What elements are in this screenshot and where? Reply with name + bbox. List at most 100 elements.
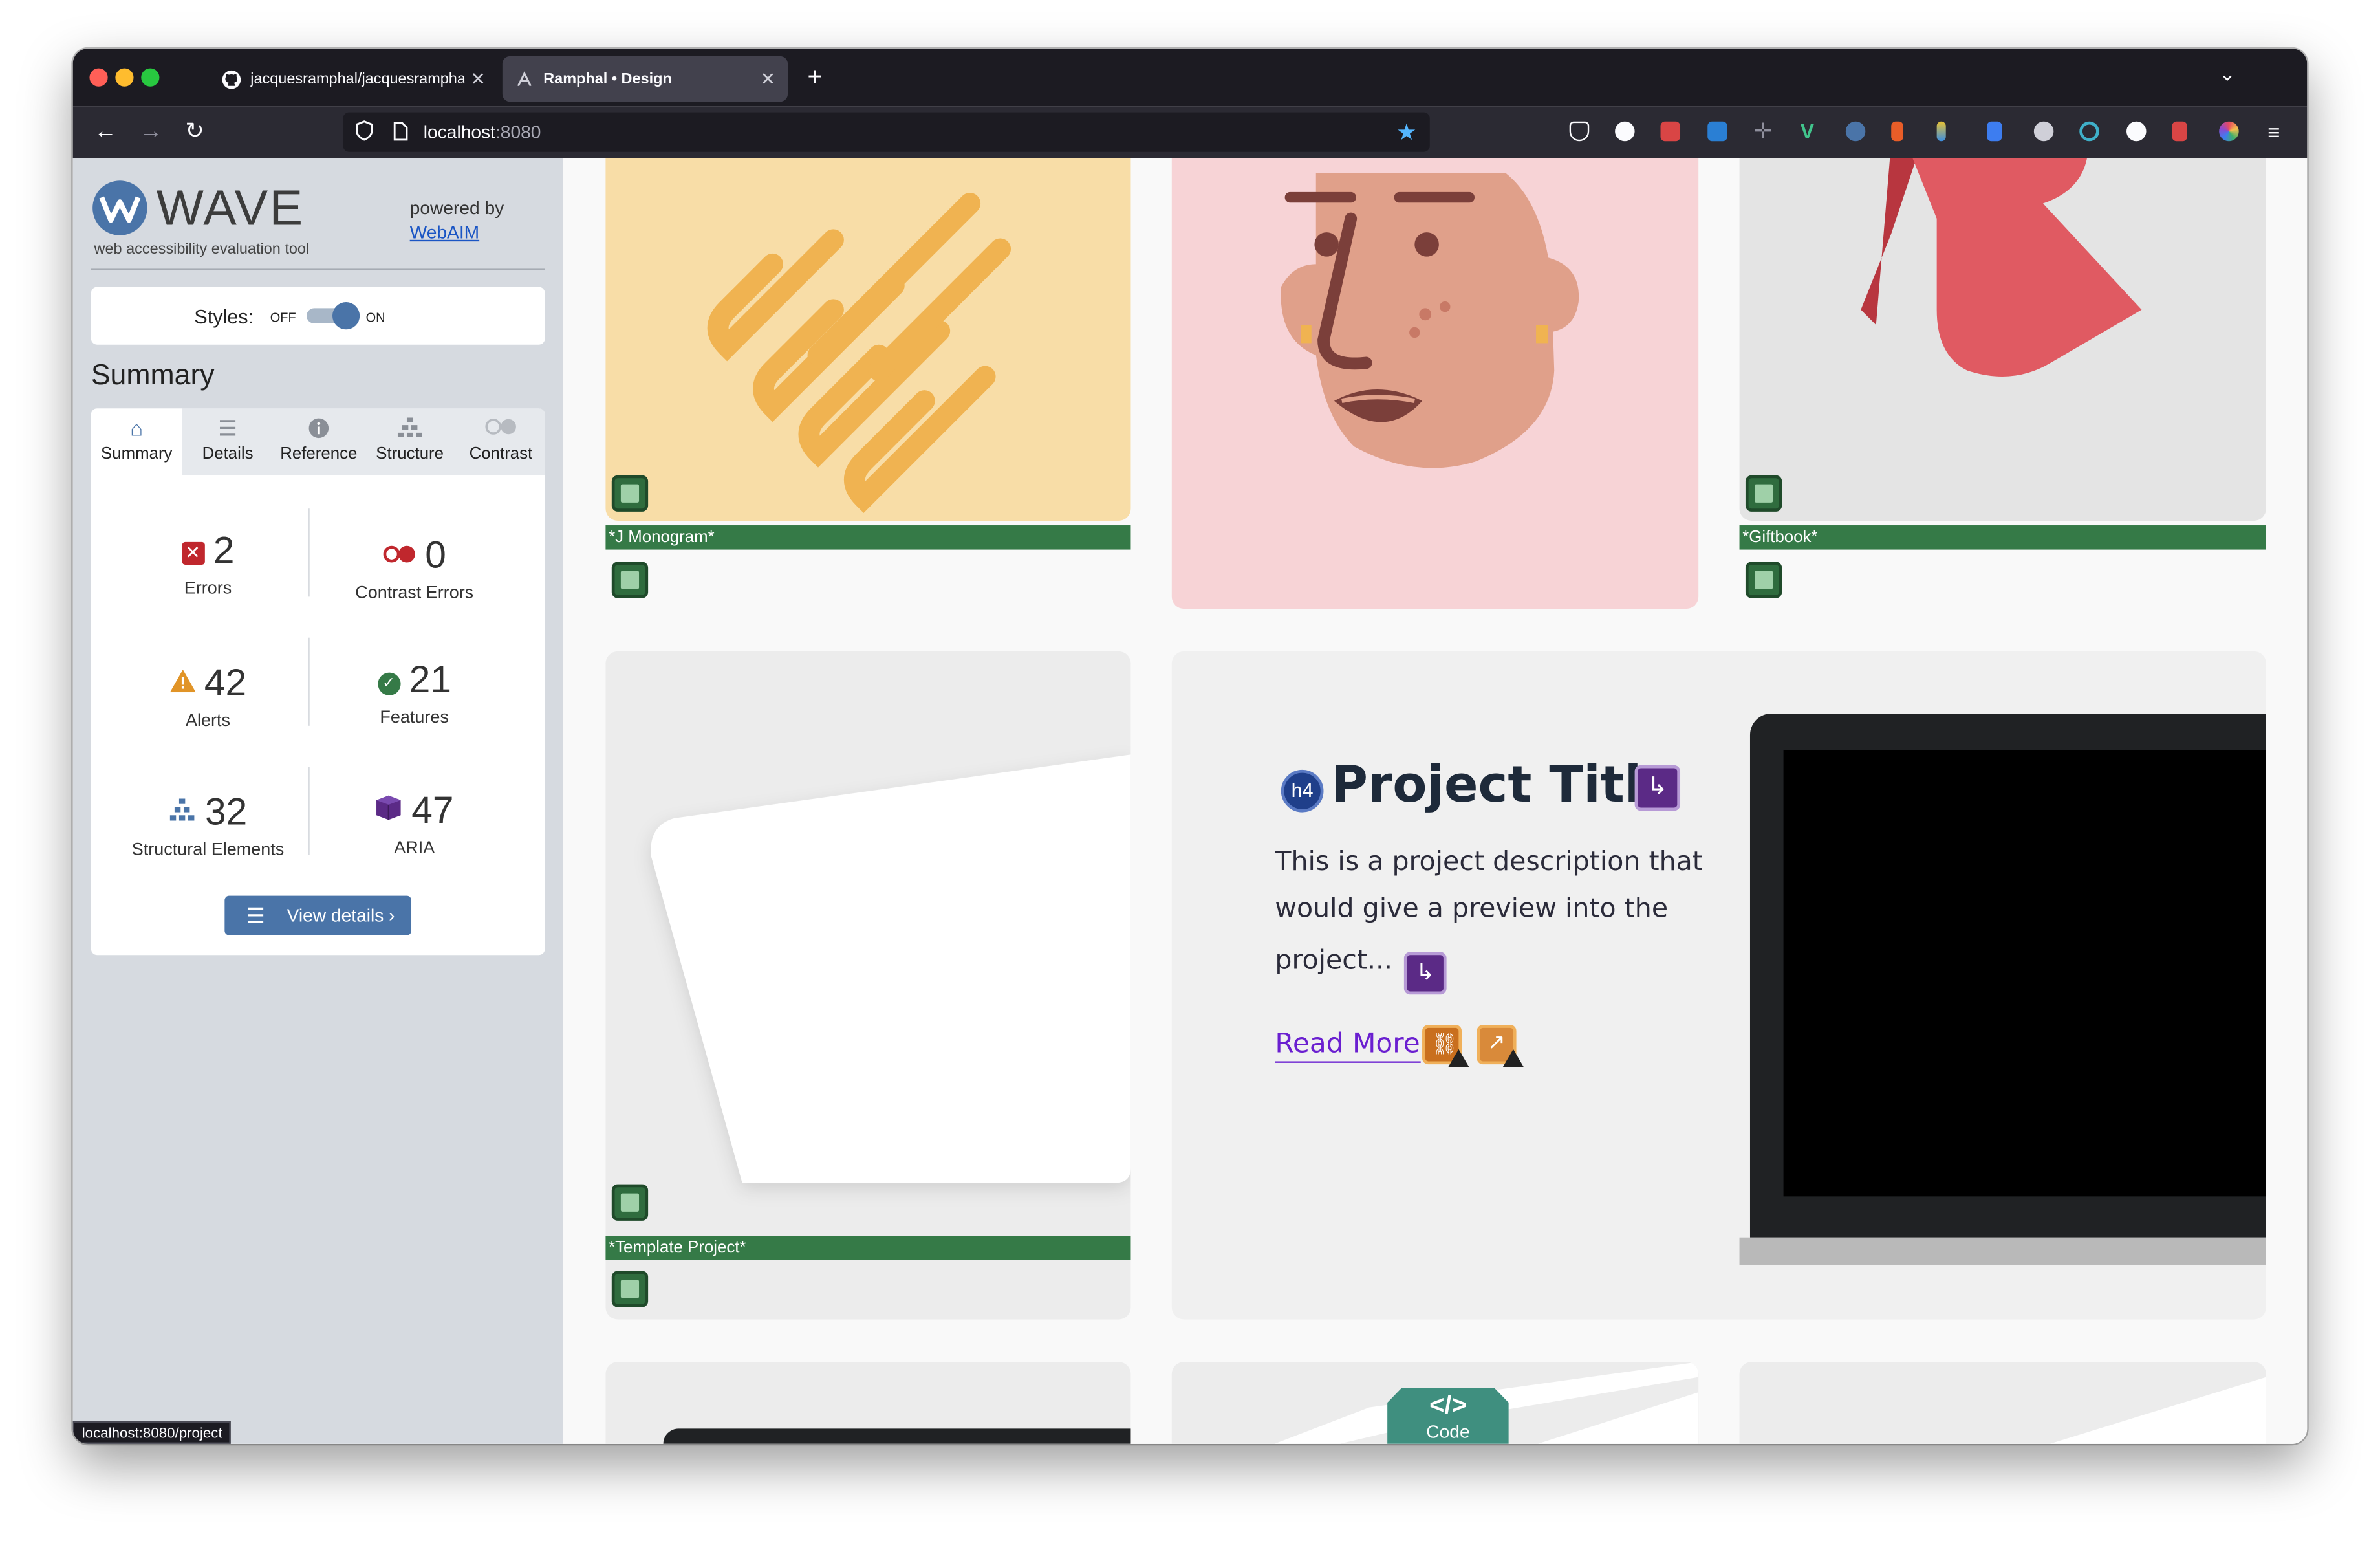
webaim-link[interactable]: WebAIM — [410, 222, 479, 243]
wave-image-icon[interactable] — [611, 475, 649, 512]
extension-bars-icon[interactable] — [1936, 121, 1946, 142]
extension-arrow-icon[interactable] — [2172, 121, 2187, 142]
contrast-errors-count: 0 — [425, 534, 446, 577]
stat-aria[interactable]: 47 ARIA — [316, 788, 513, 858]
tab-github[interactable]: jacquesramphal/jacquesramphal ✕ — [210, 56, 498, 102]
extension-color-picker-icon[interactable] — [2219, 121, 2239, 142]
pocket-icon[interactable] — [1569, 121, 1590, 142]
tab-reference[interactable]: Reference — [273, 408, 364, 475]
styles-label: Styles: — [194, 305, 254, 328]
stat-structural-elements[interactable]: 32 Structural Elements — [109, 788, 307, 860]
url-bar[interactable]: localhost:8080 ★ — [343, 112, 1430, 152]
monogram-card-image[interactable] — [605, 158, 1131, 521]
home-icon: ⌂ — [130, 416, 144, 441]
forward-button[interactable]: → — [140, 118, 162, 146]
extension-move-icon[interactable]: ✛ — [1753, 120, 1773, 142]
portrait-artwork — [1281, 173, 1579, 468]
project-title: Project Title — [1331, 754, 1676, 814]
tab-strip: jacquesramphal/jacquesramphal ✕ Ramphal … — [72, 49, 2308, 107]
tab-ramphal-design[interactable]: Ramphal • Design ✕ — [502, 56, 788, 102]
hierarchy-icon — [364, 417, 455, 439]
extension-ring-icon[interactable] — [2079, 121, 2099, 142]
card-artwork — [2050, 1377, 2266, 1444]
project-card-partial[interactable] — [605, 1362, 1131, 1444]
bookmark-star-icon[interactable]: ★ — [1396, 118, 1417, 146]
aria-arrow-icon[interactable]: ↳ — [1634, 765, 1681, 811]
wave-h4-icon[interactable]: h4 — [1281, 769, 1324, 813]
project-description-line: project... — [1275, 946, 1393, 977]
extension-j-icon[interactable] — [1615, 121, 1635, 142]
view-details-label: View details › — [287, 904, 395, 926]
stat-alerts[interactable]: 42 Alerts — [109, 659, 307, 730]
aria-arrow-icon[interactable]: ↳ — [1403, 952, 1447, 995]
giftbook-card-image[interactable] — [1739, 158, 2266, 521]
url-port: :8080 — [495, 121, 541, 143]
project-card-partial[interactable] — [1739, 1362, 2266, 1444]
template-project-card[interactable] — [605, 651, 1131, 1320]
view-details-button[interactable]: ☰ View details › — [224, 895, 412, 935]
wave-image-icon[interactable] — [1745, 475, 1782, 512]
wave-alt-icon[interactable] — [611, 1271, 649, 1307]
laptop-screen — [1783, 750, 2266, 1197]
wave-alt-icon[interactable] — [1745, 562, 1782, 598]
wave-redundant-link-icon[interactable]: ⛓ — [1422, 1025, 1469, 1067]
code-project-card-partial[interactable]: </> Code — [1171, 1362, 1699, 1444]
menu-icon[interactable]: ≡ — [2267, 118, 2280, 146]
zoom-window-button[interactable] — [141, 68, 160, 87]
tab-structure[interactable]: Structure — [364, 408, 455, 475]
reload-button[interactable]: ↻ — [185, 118, 204, 146]
new-tab-button[interactable]: + — [808, 62, 823, 93]
styles-off-label: OFF — [270, 309, 296, 325]
styles-toggle[interactable] — [307, 302, 360, 330]
wave-image-icon[interactable] — [611, 1184, 649, 1221]
back-button[interactable]: ← — [94, 118, 117, 146]
extension-bookmark-icon[interactable] — [1987, 121, 2002, 142]
portrait-card-image[interactable] — [1171, 158, 1699, 609]
extension-chrome-icon[interactable] — [2126, 121, 2147, 142]
wave-extension-icon[interactable] — [1845, 121, 1866, 142]
features-count: 21 — [409, 659, 451, 702]
structure-count: 32 — [205, 791, 248, 834]
close-window-button[interactable] — [89, 68, 108, 87]
tracking-shield-icon[interactable] — [355, 120, 373, 146]
read-more-link[interactable]: Read More — [1275, 1028, 1420, 1063]
laptop-frame-image — [1749, 714, 2266, 1238]
stat-divider — [308, 637, 310, 726]
stat-features[interactable]: ✓ 21 Features — [316, 659, 513, 727]
extension-vue-icon[interactable]: V — [1800, 120, 1820, 142]
feature-icon: ✓ — [377, 672, 400, 695]
tab-close-icon[interactable]: ✕ — [761, 69, 776, 90]
extension-globe-icon[interactable] — [2033, 121, 2054, 142]
tab-close-icon[interactable]: ✕ — [470, 69, 486, 90]
minimize-window-button[interactable] — [115, 68, 134, 87]
extension-torch-icon[interactable] — [1891, 121, 1904, 142]
extension-badge-icon[interactable] — [1660, 121, 1681, 142]
list-all-tabs-button[interactable]: ⌄ — [2219, 62, 2236, 87]
stat-contrast-errors[interactable]: 0 Contrast Errors — [316, 530, 513, 603]
giftbook-artwork — [1861, 158, 2142, 377]
wave-alt-icon[interactable] — [611, 562, 649, 598]
tab-details[interactable]: ☰ Details — [182, 408, 274, 475]
tab-summary[interactable]: ⌂ Summary — [91, 408, 182, 475]
alert-icon — [169, 659, 195, 703]
url-host: localhost — [423, 121, 495, 143]
structure-icon — [169, 788, 196, 832]
project-feature-card[interactable]: h4 Project Title ↳ This is a project des… — [1171, 651, 2266, 1320]
contrast-icon — [455, 417, 546, 439]
url-text: localhost:8080 — [424, 122, 541, 143]
extension-s-icon[interactable] — [1707, 121, 1727, 142]
wave-new-window-icon[interactable]: ↗ — [1477, 1025, 1524, 1067]
tab-label: Reference — [280, 444, 358, 463]
tab-label: Contrast — [469, 444, 533, 463]
tab-contrast[interactable]: Contrast — [455, 408, 546, 475]
wave-logo-icon — [91, 179, 149, 245]
stat-errors[interactable]: ✕ 2 Errors — [109, 530, 307, 598]
error-icon: ✕ — [181, 541, 204, 565]
project-description: This is a project description that would… — [1275, 840, 1703, 995]
errors-label: Errors — [184, 580, 232, 598]
summary-heading: Summary — [91, 360, 215, 392]
alerts-label: Alerts — [186, 712, 231, 730]
toggle-knob[interactable] — [332, 302, 360, 330]
tab-label: Summary — [100, 444, 173, 463]
alert-warning-icon — [1502, 1049, 1524, 1067]
